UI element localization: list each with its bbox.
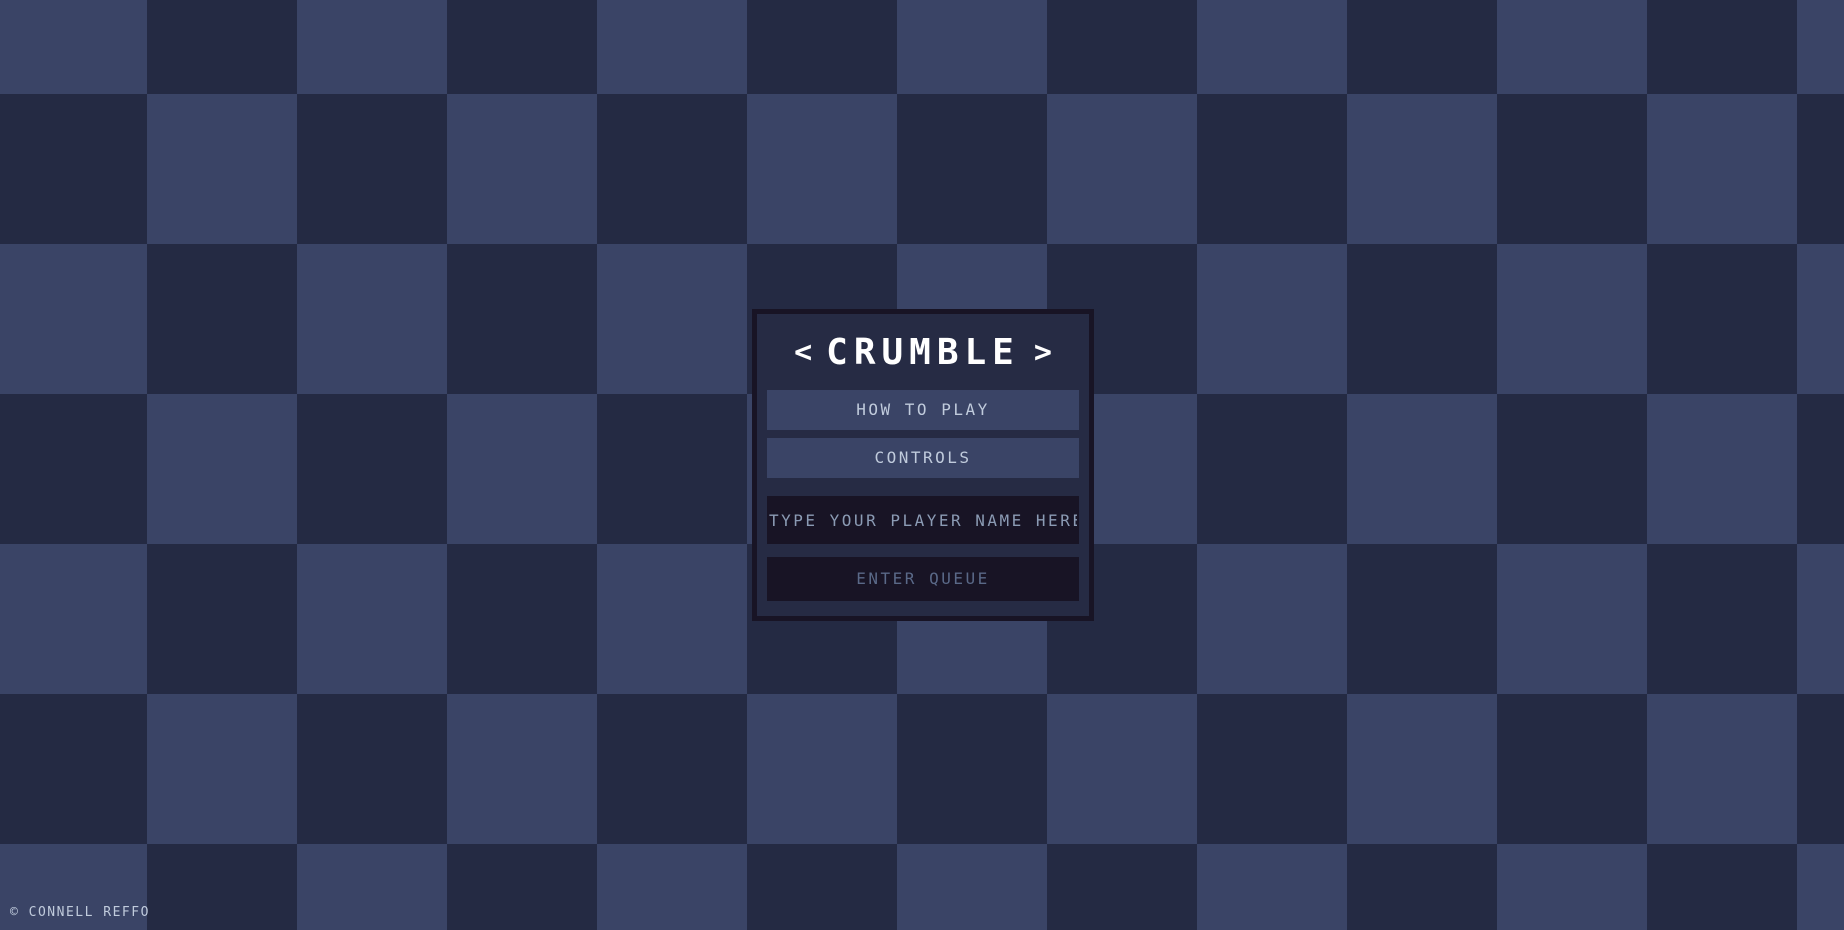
chevron-left-icon: <: [794, 335, 813, 370]
enter-queue-button[interactable]: ENTER QUEUE: [767, 557, 1079, 601]
controls-button[interactable]: CONTROLS: [767, 438, 1079, 478]
copyright-footer: © CONNELL REFFO: [10, 905, 150, 920]
how-to-play-button[interactable]: HOW TO PLAY: [767, 390, 1079, 430]
player-name-input[interactable]: [767, 496, 1079, 544]
game-title-text: CRUMBLE: [826, 332, 1020, 373]
main-menu-panel: < CRUMBLE > HOW TO PLAY CONTROLS ENTER Q…: [752, 309, 1094, 621]
chevron-right-icon: >: [1033, 335, 1052, 370]
game-title: < CRUMBLE >: [767, 334, 1079, 372]
